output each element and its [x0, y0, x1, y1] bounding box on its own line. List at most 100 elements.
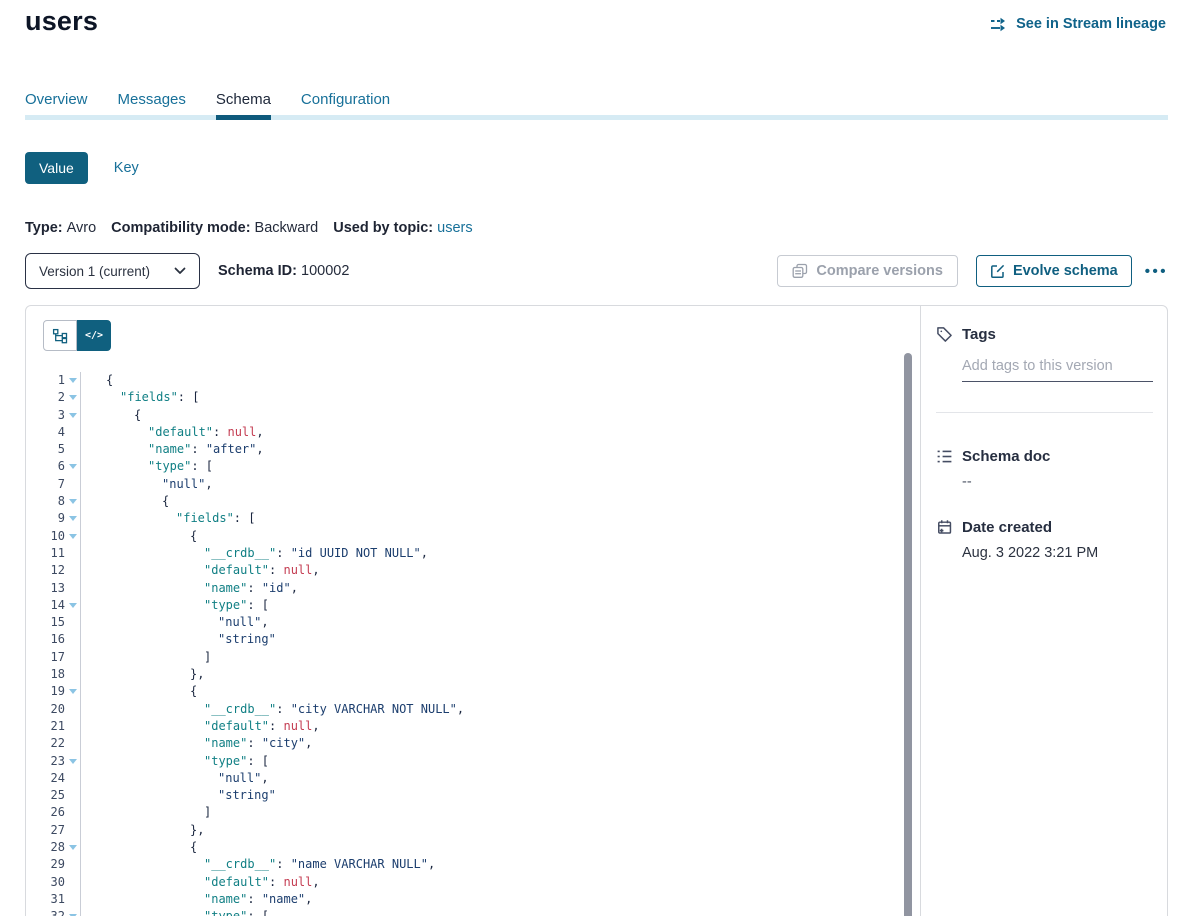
- tree-view-icon: [52, 328, 68, 344]
- code-text: {: [81, 839, 197, 856]
- compare-versions-button[interactable]: Compare versions: [777, 255, 958, 287]
- chevron-down-icon: [174, 267, 186, 275]
- code-text: {: [81, 407, 141, 424]
- line-number: 2: [26, 389, 65, 406]
- fold-triangle-icon[interactable]: [69, 759, 77, 764]
- code-view-icon: </>: [85, 330, 103, 341]
- key-tab-link[interactable]: Key: [114, 160, 139, 176]
- code-line: 30"default": null,: [26, 874, 920, 891]
- schema-doc-title: Schema doc: [962, 448, 1050, 465]
- edit-schema-icon: [990, 264, 1005, 279]
- code-line: 25"string": [26, 787, 920, 804]
- page-title: users: [25, 6, 98, 37]
- code-line: 5"name": "after",: [26, 441, 920, 458]
- fold-gutter: [65, 874, 81, 891]
- code-line: 17]: [26, 649, 920, 666]
- code-text: "type": [: [81, 458, 213, 475]
- code-text: {: [81, 372, 113, 389]
- code-line: 28{: [26, 839, 920, 856]
- fold-triangle-icon[interactable]: [69, 413, 77, 418]
- vertical-scrollbar[interactable]: [904, 353, 912, 916]
- version-toolbar: Version 1 (current) Schema ID: 100002 Co…: [25, 253, 1168, 289]
- fold-triangle-icon[interactable]: [69, 534, 77, 539]
- code-line: 32"type": [: [26, 908, 920, 916]
- fold-gutter: [65, 822, 81, 839]
- fold-gutter: [65, 718, 81, 735]
- fold-gutter: [65, 528, 81, 545]
- fold-gutter: [65, 389, 81, 406]
- version-select[interactable]: Version 1 (current): [25, 253, 200, 289]
- date-created-value: Aug. 3 2022 3:21 PM: [962, 545, 1153, 561]
- add-tags-input[interactable]: [962, 356, 1153, 382]
- line-number: 6: [26, 458, 65, 475]
- fold-triangle-icon[interactable]: [69, 516, 77, 521]
- line-number: 8: [26, 493, 65, 510]
- code-line: 18},: [26, 666, 920, 683]
- tab-configuration[interactable]: Configuration: [301, 90, 390, 115]
- tab-messages[interactable]: Messages: [118, 90, 186, 115]
- fold-gutter: [65, 891, 81, 908]
- fold-gutter: [65, 545, 81, 562]
- fold-triangle-icon[interactable]: [69, 464, 77, 469]
- value-tab-button[interactable]: Value: [25, 152, 88, 184]
- code-text: "default": null,: [81, 874, 320, 891]
- fold-triangle-icon[interactable]: [69, 378, 77, 383]
- line-number: 27: [26, 822, 65, 839]
- schema-id-value: 100002: [301, 263, 349, 279]
- fold-triangle-icon[interactable]: [69, 499, 77, 504]
- code-text: "string": [81, 631, 276, 648]
- fold-gutter: [65, 908, 81, 916]
- fold-triangle-icon[interactable]: [69, 845, 77, 850]
- code-text: {: [81, 683, 197, 700]
- code-text: "default": null,: [81, 562, 320, 579]
- code-text: "type": [: [81, 597, 269, 614]
- line-number: 7: [26, 476, 65, 493]
- code-text: "null",: [81, 476, 213, 493]
- schema-code-editor: 1{2"fields": [3{4"default": null,5"name"…: [26, 372, 920, 916]
- line-number: 15: [26, 614, 65, 631]
- see-in-stream-lineage-link[interactable]: See in Stream lineage: [990, 16, 1166, 32]
- view-mode-toggle: </>: [43, 320, 111, 351]
- code-line: 6 "type": [: [26, 458, 920, 475]
- line-number: 21: [26, 718, 65, 735]
- tab-overview[interactable]: Overview: [25, 90, 88, 115]
- tab-schema[interactable]: Schema: [216, 90, 271, 115]
- code-line: 7 "null",: [26, 476, 920, 493]
- code-view-button[interactable]: </>: [77, 320, 111, 351]
- line-number: 14: [26, 597, 65, 614]
- fold-triangle-icon[interactable]: [69, 689, 77, 694]
- code-line: 27},: [26, 822, 920, 839]
- code-text: ]: [81, 804, 211, 821]
- fold-gutter: [65, 597, 81, 614]
- line-number: 25: [26, 787, 65, 804]
- fold-triangle-icon[interactable]: [69, 603, 77, 608]
- line-number: 4: [26, 424, 65, 441]
- fold-gutter: [65, 804, 81, 821]
- compare-versions-icon: [792, 263, 808, 279]
- fold-gutter: [65, 666, 81, 683]
- fold-gutter: [65, 839, 81, 856]
- fold-gutter: [65, 701, 81, 718]
- line-number: 11: [26, 545, 65, 562]
- schema-doc-section: Schema doc --: [936, 448, 1153, 490]
- code-text: {: [81, 493, 169, 510]
- fold-triangle-icon[interactable]: [69, 395, 77, 400]
- tree-view-button[interactable]: [43, 320, 77, 351]
- code-text: "__crdb__": "name VARCHAR NULL",: [81, 856, 435, 873]
- code-line: 10{: [26, 528, 920, 545]
- code-text: "fields": [: [81, 510, 255, 527]
- code-line: 21"default": null,: [26, 718, 920, 735]
- code-text: "__crdb__": "city VARCHAR NOT NULL",: [81, 701, 464, 718]
- more-options-button[interactable]: •••: [1145, 263, 1168, 280]
- code-line: 26]: [26, 804, 920, 821]
- line-number: 29: [26, 856, 65, 873]
- schema-sidebar: Tags Schema doc --: [920, 306, 1167, 916]
- value-key-toggle: Value Key: [25, 152, 139, 184]
- compare-versions-label: Compare versions: [816, 263, 943, 279]
- topic-link[interactable]: users: [437, 220, 472, 236]
- line-number: 20: [26, 701, 65, 718]
- code-line: 16"string": [26, 631, 920, 648]
- line-number: 3: [26, 407, 65, 424]
- evolve-schema-button[interactable]: Evolve schema: [976, 255, 1132, 287]
- code-text: "null",: [81, 614, 269, 631]
